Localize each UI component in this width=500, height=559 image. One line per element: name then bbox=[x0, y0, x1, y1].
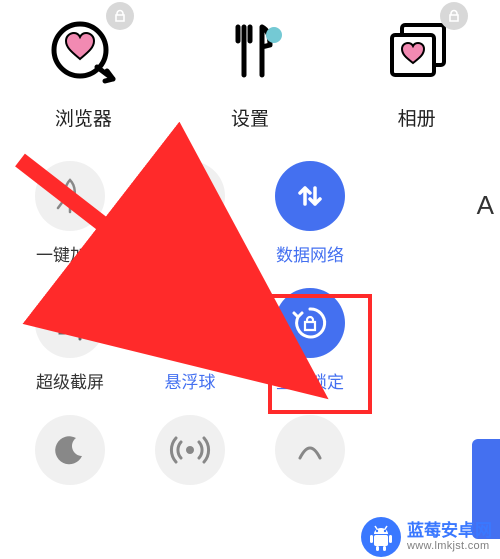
qs-label: 超级截屏 bbox=[36, 368, 104, 393]
watermark-url: www.lmkjst.com bbox=[407, 540, 492, 552]
heart-target-icon bbox=[40, 10, 126, 96]
rotation-lock-icon bbox=[275, 288, 345, 358]
cutlery-icon bbox=[207, 10, 293, 96]
qs-boost[interactable]: 一键加速 bbox=[10, 161, 130, 266]
qs-spacer-2 bbox=[370, 288, 490, 393]
qs-label: 竖屏锁定 bbox=[276, 368, 344, 393]
qs-floatball[interactable]: 悬浮球 bbox=[130, 288, 250, 393]
watermark-title: 蓝莓安卓网 bbox=[407, 522, 492, 541]
qs-extra[interactable] bbox=[250, 415, 370, 485]
curve-icon bbox=[275, 415, 345, 485]
qs-spacer-1 bbox=[370, 161, 490, 266]
qs-label: 振动模式 bbox=[156, 241, 224, 266]
lock-badge-icon bbox=[440, 2, 468, 30]
data-arrows-icon bbox=[275, 161, 345, 231]
moon-icon bbox=[35, 415, 105, 485]
qs-data[interactable]: 数据网络 bbox=[250, 161, 370, 266]
qs-label: 悬浮球 bbox=[165, 368, 216, 393]
watermark: 蓝莓安卓网 www.lmkjst.com bbox=[361, 517, 492, 557]
app-label: 设置 bbox=[231, 104, 269, 131]
photos-heart-icon bbox=[374, 10, 460, 96]
android-robot-icon bbox=[361, 517, 401, 557]
qs-screenshot[interactable]: S 超级截屏 bbox=[10, 288, 130, 393]
target-circle-icon bbox=[155, 288, 225, 358]
qs-hotspot[interactable] bbox=[130, 415, 250, 485]
crop-s-icon: S bbox=[35, 288, 105, 358]
qs-label: 数据网络 bbox=[276, 241, 344, 266]
qs-vibrate[interactable]: 振动模式 bbox=[130, 161, 250, 266]
app-gallery[interactable]: 相册 bbox=[357, 10, 477, 131]
qs-label: 一键加速 bbox=[36, 241, 104, 266]
app-shortcut-row: 浏览器 设置 相册 bbox=[0, 0, 500, 131]
index-letter: A bbox=[477, 190, 494, 221]
qs-night[interactable] bbox=[10, 415, 130, 485]
app-label: 相册 bbox=[398, 104, 436, 131]
app-browser[interactable]: 浏览器 bbox=[23, 10, 143, 131]
app-label: 浏览器 bbox=[55, 104, 112, 131]
rocket-icon bbox=[35, 161, 105, 231]
vibration-icon bbox=[155, 161, 225, 231]
hotspot-icon bbox=[155, 415, 225, 485]
svg-text:S: S bbox=[66, 316, 75, 331]
app-settings[interactable]: 设置 bbox=[190, 10, 310, 131]
qs-portrait-lock[interactable]: 竖屏锁定 bbox=[250, 288, 370, 393]
lock-badge-icon bbox=[106, 2, 134, 30]
quick-settings-grid: 一键加速 振动模式 数据网络 S 超级截屏 悬浮球 竖屏锁定 bbox=[0, 131, 500, 485]
